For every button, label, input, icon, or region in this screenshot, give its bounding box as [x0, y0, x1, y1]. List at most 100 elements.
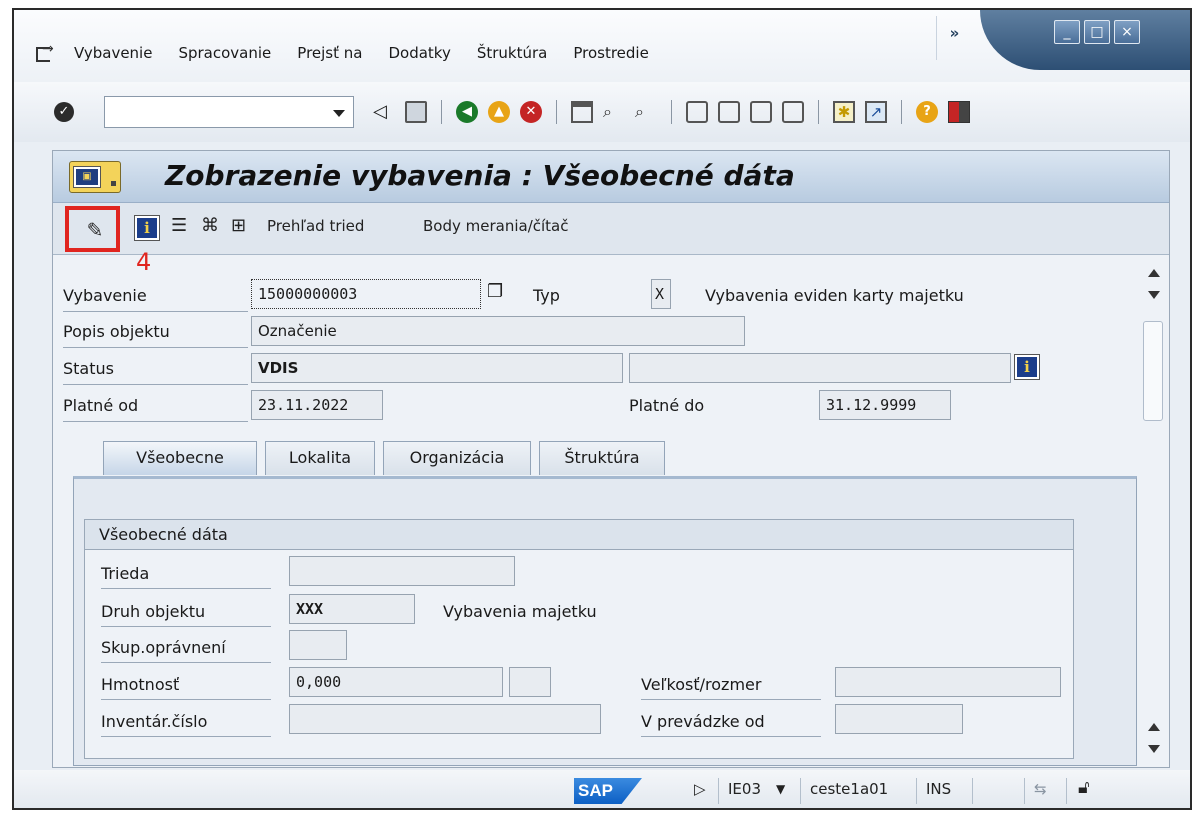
- menu-item-vybavenie[interactable]: Vybavenie: [74, 44, 152, 62]
- command-field[interactable]: [104, 96, 354, 128]
- enter-check-icon[interactable]: ✓: [54, 102, 74, 122]
- step-number-annotation: 4: [136, 248, 152, 276]
- next-page-icon[interactable]: [750, 101, 772, 123]
- standard-toolbar: ✓ ◁ ◀ ▲ ✕ ⌕ ⌕ ✱ ↗ ?: [14, 82, 1190, 142]
- menu: Vybavenie Spracovanie Prejsť na Dodatky …: [36, 41, 675, 62]
- label-underline: [101, 699, 271, 700]
- copy-icon[interactable]: ❐: [487, 281, 503, 302]
- status-extra-field[interactable]: [629, 353, 1011, 383]
- print-icon[interactable]: [571, 101, 593, 123]
- weight-unit-field[interactable]: [509, 667, 551, 697]
- page-title: Zobrazenie vybavenia : Všeobecné dáta: [165, 159, 795, 192]
- layout-menu-icon[interactable]: [948, 101, 970, 123]
- find-next-icon[interactable]: ⌕: [635, 101, 657, 123]
- type-field[interactable]: X: [651, 279, 671, 309]
- object-type-label: Druh objektu: [101, 602, 206, 621]
- scroll-page-down-icon[interactable]: [1148, 291, 1160, 299]
- inventory-field[interactable]: [289, 704, 601, 734]
- window-frame: _ □ ×: [970, 10, 1190, 72]
- sap-logo: SAP: [574, 778, 642, 804]
- exit-menu-icon[interactable]: [36, 41, 56, 62]
- collapse-left-icon[interactable]: ◁: [373, 101, 395, 123]
- valid-to-field[interactable]: 31.12.9999: [819, 390, 951, 420]
- binoculars-icon[interactable]: ⌘: [201, 215, 219, 236]
- create-session-icon[interactable]: ✱: [833, 101, 855, 123]
- weight-field[interactable]: 0,000: [289, 667, 503, 697]
- menu-item-prostredie[interactable]: Prostredie: [573, 44, 648, 62]
- status-bar: SAP ▷ IE03 ▼ ceste1a01 INS ⇆ 🔓︎: [14, 770, 1190, 808]
- transfer-icon[interactable]: ⇆: [1034, 780, 1047, 798]
- exit-icon[interactable]: ▲: [488, 101, 510, 123]
- equipment-field[interactable]: 15000000003: [251, 279, 481, 309]
- previous-page-icon[interactable]: [718, 101, 740, 123]
- class-overview-button[interactable]: Prehľad tried: [267, 217, 364, 235]
- label-underline: [101, 662, 271, 663]
- tab-organizacia[interactable]: Organizácia: [383, 441, 531, 475]
- menu-overflow-button[interactable]: »: [936, 16, 972, 60]
- tab-lokalita[interactable]: Lokalita: [265, 441, 375, 475]
- status-field[interactable]: VDIS: [251, 353, 623, 383]
- menu-item-dodatky[interactable]: Dodatky: [388, 44, 450, 62]
- toolbar-separator: [901, 100, 902, 124]
- close-button[interactable]: ×: [1114, 20, 1140, 44]
- vertical-scrollbar[interactable]: [1137, 261, 1169, 766]
- scroll-thumb[interactable]: [1143, 321, 1163, 421]
- minimize-button[interactable]: _: [1054, 20, 1080, 44]
- general-data-group: Všeobecné dáta Trieda Druh objektu XXX V…: [84, 519, 1074, 759]
- input-mode[interactable]: INS: [926, 780, 951, 798]
- maximize-button[interactable]: □: [1084, 20, 1110, 44]
- class-field[interactable]: [289, 556, 515, 586]
- label-underline: [101, 736, 271, 737]
- type-label: Typ: [533, 286, 560, 305]
- first-page-icon[interactable]: [686, 101, 708, 123]
- menu-item-spracovanie[interactable]: Spracovanie: [178, 44, 271, 62]
- unlock-icon[interactable]: 🔓︎: [1078, 777, 1090, 798]
- shortcut-icon[interactable]: ↗: [865, 101, 887, 123]
- transaction-dropdown-icon[interactable]: ▼: [776, 782, 785, 796]
- menu-item-prejst-na[interactable]: Prejsť na: [297, 44, 362, 62]
- status-separator: [718, 778, 719, 804]
- toolbar-separator: [441, 100, 442, 124]
- group-title: Všeobecné dáta: [85, 520, 1073, 550]
- application-toolbar: ✎ i ☰ ⌘ ⊞ Prehľad tried Body merania/čít…: [53, 203, 1169, 255]
- back-icon[interactable]: ◀: [456, 101, 478, 123]
- label-underline: [101, 626, 271, 627]
- cancel-icon[interactable]: ✕: [520, 101, 542, 123]
- info-icon[interactable]: i: [134, 215, 160, 241]
- tab-struktura[interactable]: Štruktúra: [539, 441, 665, 475]
- main-panel: ▣ Zobrazenie vybavenia : Všeobecné dáta …: [52, 150, 1170, 768]
- startup-field[interactable]: [835, 704, 963, 734]
- sap-window: Vybavenie Spracovanie Prejsť na Dodatky …: [12, 8, 1192, 810]
- status-info-icon[interactable]: i: [1014, 354, 1040, 380]
- size-field[interactable]: [835, 667, 1061, 697]
- hierarchy-icon[interactable]: ⊞: [231, 215, 246, 236]
- label-underline: [63, 384, 248, 385]
- scroll-page-up-icon[interactable]: [1148, 723, 1160, 731]
- scroll-down-icon[interactable]: [1148, 745, 1160, 753]
- scroll-up-icon[interactable]: [1148, 269, 1160, 277]
- label-underline: [63, 311, 248, 312]
- description-label: Popis objektu: [63, 322, 170, 341]
- command-dropdown-arrow-icon[interactable]: [333, 110, 345, 117]
- menu-item-struktura[interactable]: Štruktúra: [477, 44, 548, 62]
- last-page-icon[interactable]: [782, 101, 804, 123]
- measuring-points-button[interactable]: Body merania/čítač: [423, 217, 569, 235]
- save-icon[interactable]: [405, 101, 427, 123]
- label-underline: [101, 588, 271, 589]
- startup-label: V prevádzke od: [641, 712, 765, 731]
- auth-group-field[interactable]: [289, 630, 347, 660]
- tab-vseobecne[interactable]: Všeobecne: [103, 441, 257, 475]
- help-icon[interactable]: ?: [916, 101, 938, 123]
- toolbar-separator: [671, 100, 672, 124]
- document-icon[interactable]: ☰: [171, 215, 187, 236]
- object-type-field[interactable]: XXX: [289, 594, 415, 624]
- status-label: Status: [63, 359, 114, 378]
- system-menu-button[interactable]: ▣: [69, 161, 121, 193]
- menu-bar: Vybavenie Spracovanie Prejsť na Dodatky …: [14, 10, 1190, 82]
- status-separator: [800, 778, 801, 804]
- auth-group-label: Skup.oprávnení: [101, 638, 226, 657]
- description-field[interactable]: Označenie: [251, 316, 745, 346]
- status-expand-icon[interactable]: ▷: [694, 780, 706, 798]
- find-icon[interactable]: ⌕: [603, 101, 625, 123]
- valid-from-field[interactable]: 23.11.2022: [251, 390, 383, 420]
